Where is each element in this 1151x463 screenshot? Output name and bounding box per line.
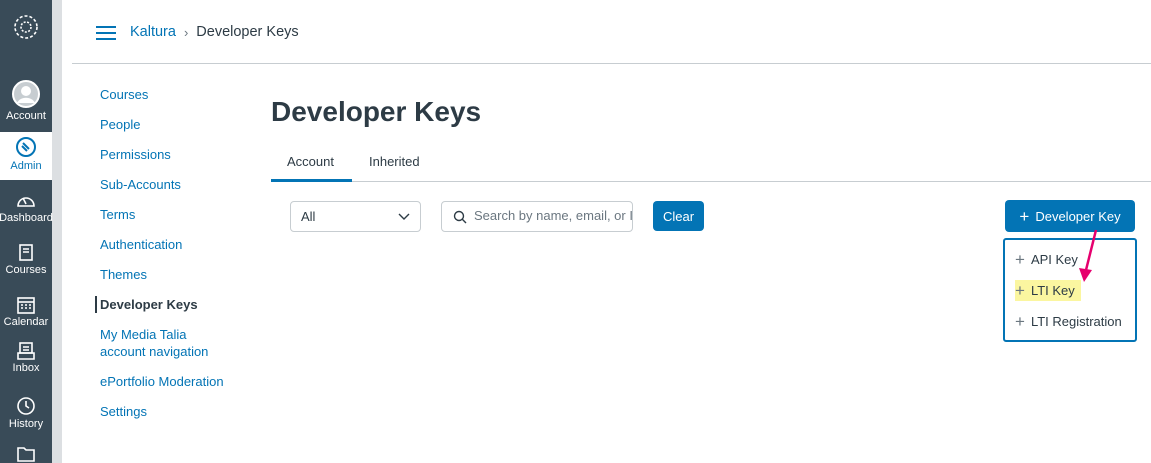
nav-history[interactable]: History	[0, 396, 52, 436]
nav-media-folder[interactable]	[0, 444, 52, 463]
key-type-select[interactable]: All	[290, 201, 421, 232]
plus-icon: +	[1015, 281, 1025, 300]
dashboard-gauge-icon	[17, 197, 35, 207]
nav-admin[interactable]: Admin	[0, 132, 52, 180]
clear-button[interactable]: Clear	[653, 201, 704, 231]
menu-item-lti-registration[interactable]: + LTI Registration	[1015, 313, 1122, 330]
sidebar-item-sub-accounts[interactable]: Sub-Accounts	[95, 176, 235, 193]
sidebar-item-permissions[interactable]: Permissions	[95, 146, 235, 163]
plus-icon: +	[1019, 206, 1030, 226]
search-icon	[453, 210, 467, 224]
hamburger-menu-icon[interactable]	[96, 26, 116, 40]
breadcrumb-link-kaltura[interactable]: Kaltura	[130, 24, 176, 40]
breadcrumb: Kaltura › Developer Keys	[130, 24, 299, 40]
chevron-down-icon	[398, 213, 410, 220]
nav-history-label: History	[8, 418, 44, 430]
account-icon	[12, 80, 40, 108]
search-field[interactable]	[441, 201, 633, 232]
menu-item-label: LTI Registration	[1030, 314, 1122, 329]
tab-inherited[interactable]: Inherited	[369, 154, 420, 169]
sidebar-item-my-media[interactable]: My Media Talia account navigation	[95, 326, 235, 360]
tab-account[interactable]: Account	[271, 154, 352, 182]
global-navigation: Account Admin Dashboard Courses Calendar	[0, 0, 62, 463]
canvas-logo-icon[interactable]	[0, 14, 52, 58]
nav-dashboard-label: Dashboard	[0, 212, 53, 224]
sidebar-item-eportfolio-moderation[interactable]: ePortfolio Moderation	[95, 373, 235, 390]
breadcrumb-separator: ›	[183, 24, 189, 40]
sidebar-item-themes[interactable]: Themes	[95, 266, 235, 283]
sidebar-item-authentication[interactable]: Authentication	[95, 236, 235, 253]
search-input[interactable]	[474, 208, 632, 223]
account-sidebar: Courses People Permissions Sub-Accounts …	[95, 86, 235, 433]
nav-calendar[interactable]: Calendar	[0, 296, 52, 336]
sidebar-item-people[interactable]: People	[95, 116, 235, 133]
sidebar-item-settings[interactable]: Settings	[95, 403, 235, 420]
nav-account-label: Account	[6, 110, 46, 122]
tab-list: Account Inherited	[271, 147, 1151, 182]
inbox-icon	[17, 342, 35, 360]
sidebar-item-courses[interactable]: Courses	[95, 86, 235, 103]
key-type-select-value: All	[301, 209, 316, 224]
courses-book-icon	[19, 244, 33, 261]
nav-dashboard[interactable]: Dashboard	[0, 192, 53, 232]
nav-courses-label: Courses	[5, 264, 47, 276]
page-title: Developer Keys	[271, 96, 482, 127]
calendar-icon	[17, 297, 35, 314]
nav-inbox[interactable]: Inbox	[0, 342, 52, 382]
nav-inbox-label: Inbox	[12, 362, 40, 374]
nav-admin-label: Admin	[10, 160, 42, 172]
annotation-arrow-icon	[1079, 229, 1098, 282]
nav-courses[interactable]: Courses	[0, 244, 52, 284]
menu-item-label: LTI Key	[1030, 283, 1075, 298]
nav-calendar-label: Calendar	[3, 316, 49, 328]
media-folder-icon	[17, 447, 35, 462]
admin-shield-icon	[16, 137, 36, 157]
plus-icon: +	[1015, 312, 1025, 331]
sidebar-item-developer-keys[interactable]: Developer Keys	[95, 296, 235, 313]
menu-item-api-key[interactable]: + API Key	[1015, 251, 1078, 268]
add-developer-key-label: Developer Key	[1035, 208, 1121, 224]
breadcrumb-current: Developer Keys	[196, 24, 299, 40]
history-clock-icon	[17, 397, 35, 415]
sidebar-item-terms[interactable]: Terms	[95, 206, 235, 223]
page-header: Kaltura › Developer Keys	[72, 0, 1151, 64]
nav-account[interactable]: Account	[0, 80, 52, 128]
plus-icon: +	[1015, 250, 1025, 269]
